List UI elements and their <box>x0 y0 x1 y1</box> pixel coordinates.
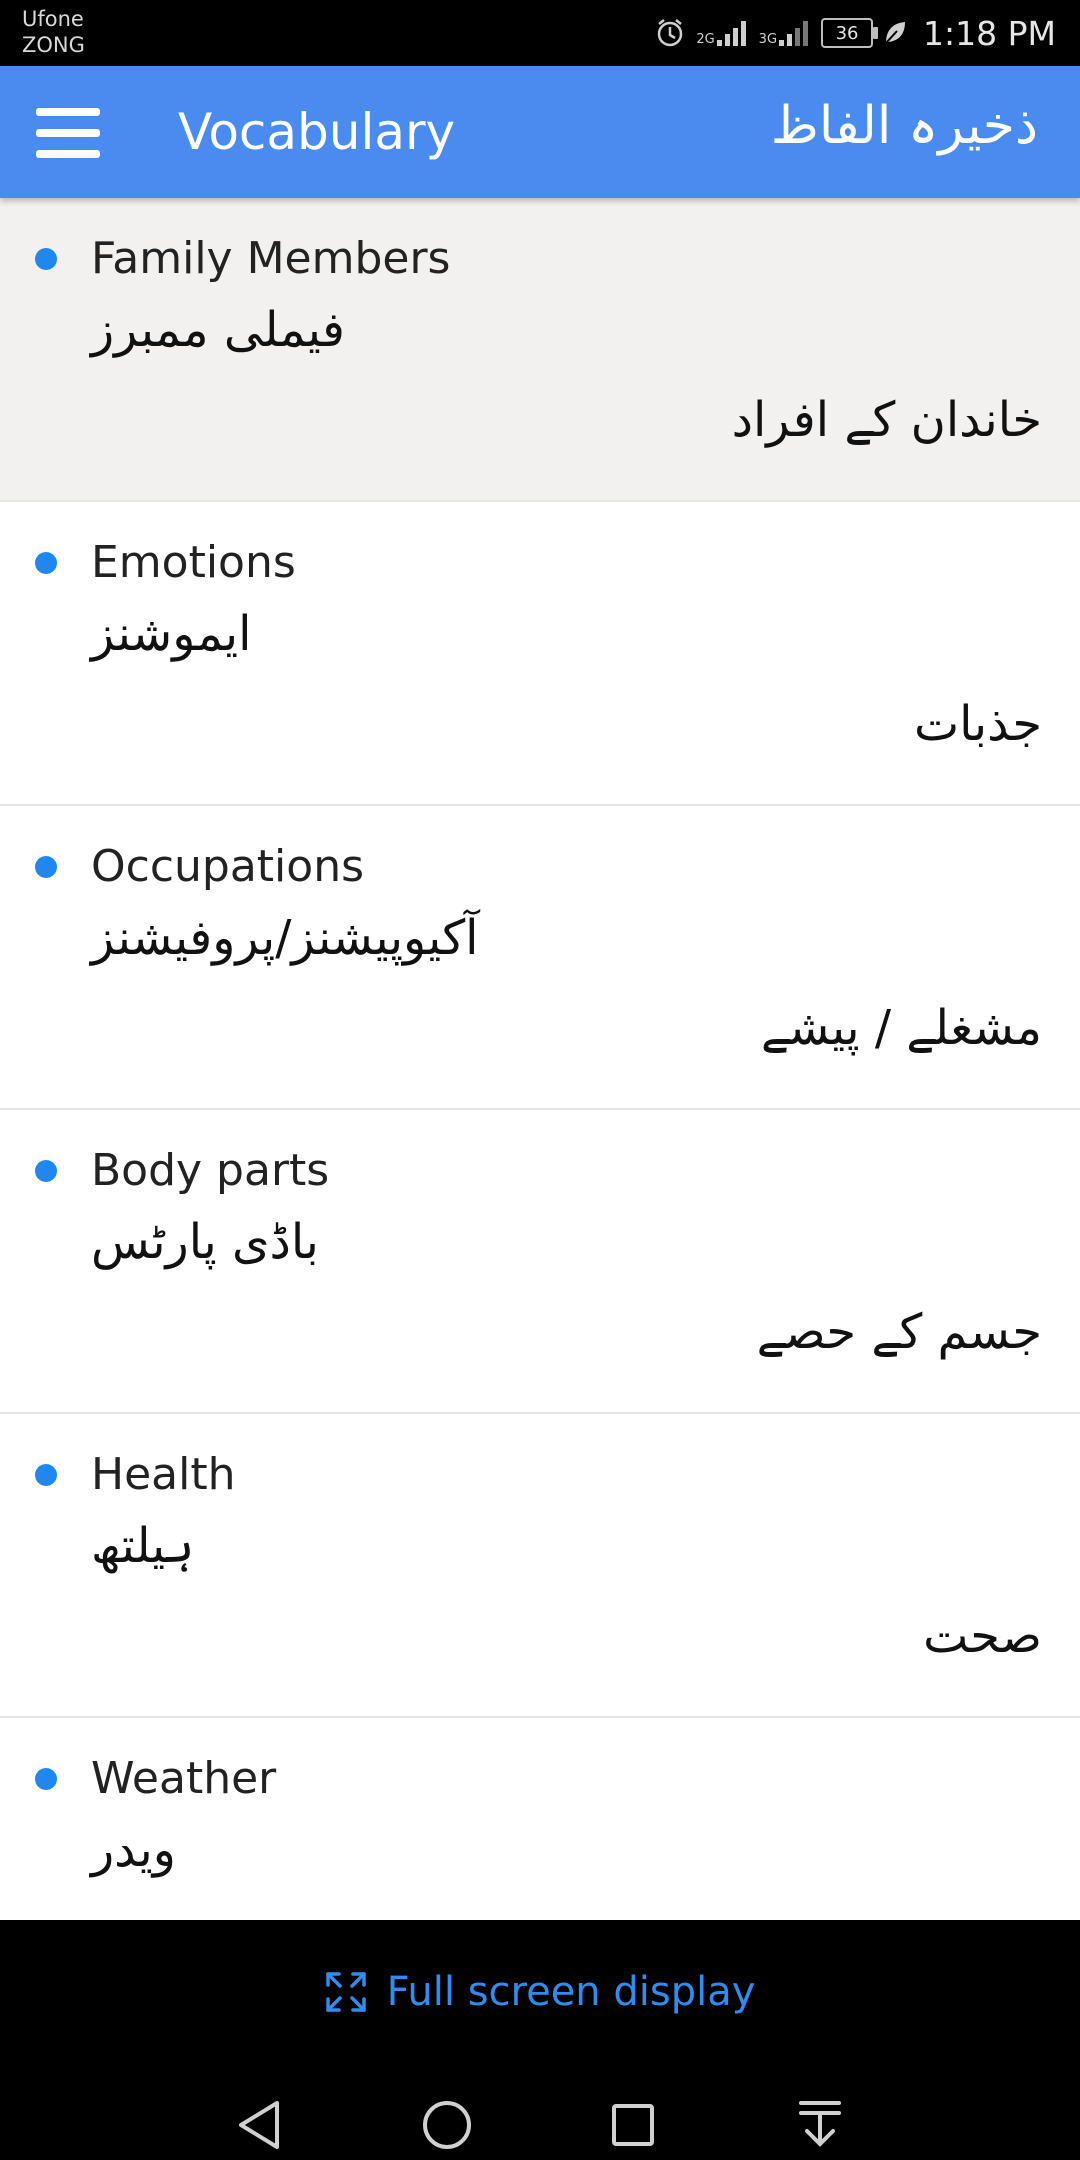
expand-icon <box>325 1972 366 2012</box>
vocabulary-list: Family Members فیملی ممبرز خاندان کے افر… <box>0 198 1080 1920</box>
back-button[interactable] <box>225 2090 295 2160</box>
item-title-transliteration: فیملی ممبرز <box>91 302 345 358</box>
item-title-english: Weather <box>91 1753 277 1804</box>
recents-button[interactable] <box>598 2090 668 2160</box>
page-title: Vocabulary <box>178 103 456 161</box>
status-icons: 2G 3G 36 1:18 PM <box>654 0 1056 66</box>
carrier-info: Ufone ZONG <box>22 6 85 58</box>
navigation-bar <box>0 2090 1080 2160</box>
bullet-icon <box>35 856 57 878</box>
menu-button[interactable] <box>34 106 104 160</box>
item-title-transliteration: آکیوپیشنز/پروفیشنز <box>91 910 479 966</box>
pull-down-icon <box>799 2101 841 2147</box>
clock: 1:18 PM <box>923 13 1056 53</box>
home-button[interactable] <box>412 2090 482 2160</box>
list-item-body-parts[interactable]: Body parts باڈی پارٹس جسم کے حصے <box>0 1110 1080 1414</box>
leaf-icon <box>883 20 907 46</box>
battery-level: 36 <box>835 22 859 44</box>
item-title-english: Health <box>91 1449 236 1500</box>
page-title-urdu: ذخیرہ الفاظ <box>770 96 1038 156</box>
list-item-health[interactable]: Health ہیلتھ صحت <box>0 1414 1080 1718</box>
bottom-bar: Full screen display <box>0 1920 1080 2160</box>
app-bar: Vocabulary ذخیرہ الفاظ <box>0 66 1080 198</box>
item-title-transliteration: ہیلتھ <box>91 1518 195 1574</box>
signal-3g-icon: 3G <box>759 18 811 48</box>
item-title-transliteration: ایموشنز <box>91 606 252 662</box>
item-title-english: Emotions <box>91 537 296 588</box>
status-bar: Ufone ZONG 2G 3G 36 1:18 PM <box>0 0 1080 66</box>
network-type-1: 2G <box>696 32 715 47</box>
item-title-transliteration: ویدر <box>91 1822 176 1878</box>
bullet-icon <box>35 1160 57 1182</box>
back-triangle-icon <box>239 2101 279 2149</box>
bullet-icon <box>35 248 57 270</box>
list-item-occupations[interactable]: Occupations آکیوپیشنز/پروفیشنز مشغلے / پ… <box>0 806 1080 1110</box>
carrier-name-1: Ufone <box>22 7 84 31</box>
item-title-english: Family Members <box>91 233 451 284</box>
item-title-urdu: جذبات <box>913 696 1042 752</box>
item-title-urdu: مشغلے / پیشے <box>760 1000 1042 1056</box>
list-item-emotions[interactable]: Emotions ایموشنز جذبات <box>0 502 1080 806</box>
item-title-transliteration: باڈی پارٹس <box>91 1214 319 1270</box>
carrier-name-2: ZONG <box>22 33 85 57</box>
alarm-icon <box>654 17 686 49</box>
bullet-icon <box>35 1464 57 1486</box>
item-title-urdu: خاندان کے افراد <box>731 392 1042 448</box>
item-title-english: Body parts <box>91 1145 330 1196</box>
battery-icon: 36 <box>821 18 879 48</box>
item-title-english: Occupations <box>91 841 365 892</box>
recents-square-icon <box>612 2104 654 2146</box>
home-circle-icon <box>423 2101 471 2149</box>
network-type-2: 3G <box>758 32 778 47</box>
notification-pull-down-button[interactable] <box>785 2090 855 2160</box>
list-item-family-members[interactable]: Family Members فیملی ممبرز خاندان کے افر… <box>0 198 1080 502</box>
hamburger-menu-icon <box>36 108 100 158</box>
item-title-urdu: جسم کے حصے <box>756 1304 1042 1360</box>
full-screen-display-button[interactable]: Full screen display <box>0 1952 1080 2032</box>
list-item-weather[interactable]: Weather ویدر <box>0 1718 1080 1920</box>
bullet-icon <box>35 552 57 574</box>
bullet-icon <box>35 1768 57 1790</box>
full-screen-display-label: Full screen display <box>386 1969 756 2015</box>
signal-2g-icon: 2G <box>696 18 748 48</box>
item-title-urdu: صحت <box>923 1608 1042 1664</box>
